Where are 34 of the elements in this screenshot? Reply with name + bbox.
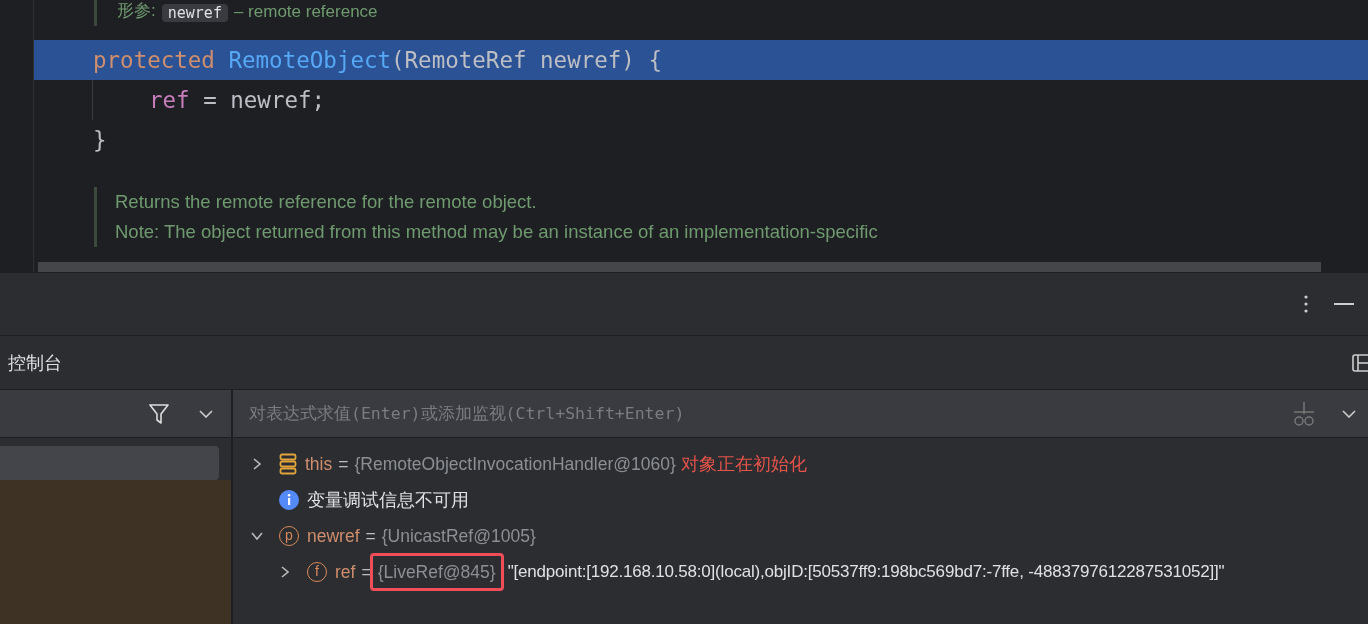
variable-name: this [305, 453, 333, 475]
variable-value: {RemoteObjectInvocationHandler@1060} [354, 453, 676, 475]
chevron-right-icon[interactable] [279, 566, 291, 578]
equals-sign: = [338, 453, 349, 475]
doc-label: 形参: [117, 0, 156, 22]
variable-value: {UnicastRef@1005} [381, 525, 536, 547]
param-chip: newref [161, 4, 228, 22]
chevron-down-icon[interactable] [199, 409, 213, 418]
code-text: ref = newref; [149, 87, 326, 113]
equals-sign: = [365, 525, 376, 547]
info-icon [279, 490, 299, 510]
status-note: 对象正在初始化 [680, 453, 807, 476]
eval-input[interactable]: 对表达式求值(Enter)或添加监视(Ctrl+Shift+Enter) [249, 404, 1292, 423]
chevron-down-icon[interactable] [1342, 409, 1356, 418]
console-tab[interactable]: 控制台 [8, 350, 62, 375]
string-value: "[endpoint:[192.168.10.58:0](local),objID:[50537ff9:198bc569bd7:-7ffe, -4883797612287531052]]" [507, 562, 1225, 582]
filter-icon[interactable] [149, 402, 169, 425]
chevron-right-icon[interactable] [251, 458, 263, 470]
layout-icon[interactable] [1352, 353, 1368, 372]
info-text: 变量调试信息不可用 [307, 489, 469, 512]
code-text: } [93, 127, 107, 153]
more-icon[interactable] [1304, 295, 1308, 313]
stack-icon [279, 453, 297, 475]
doc-text: – remote reference [233, 2, 378, 22]
scrollbar[interactable] [38, 262, 1321, 272]
doc-text: Returns the remote reference for the remote object. [115, 190, 538, 214]
variable-name: newref [307, 525, 360, 547]
eval-field[interactable]: 对表达式求值(Enter)或添加监视(Ctrl+Shift+Enter) [233, 390, 1292, 437]
chevron-down-icon[interactable] [251, 530, 263, 542]
add-watch-icon[interactable] [1292, 400, 1316, 427]
doc-text: Note: The object returned from this method may be an instance of an implementation-specific [115, 220, 879, 244]
variable-value: {LiveRef@845} [377, 561, 496, 583]
code-text: protected RemoteObject(RemoteRef newref) { [93, 47, 662, 73]
variable-name: ref [335, 561, 356, 583]
